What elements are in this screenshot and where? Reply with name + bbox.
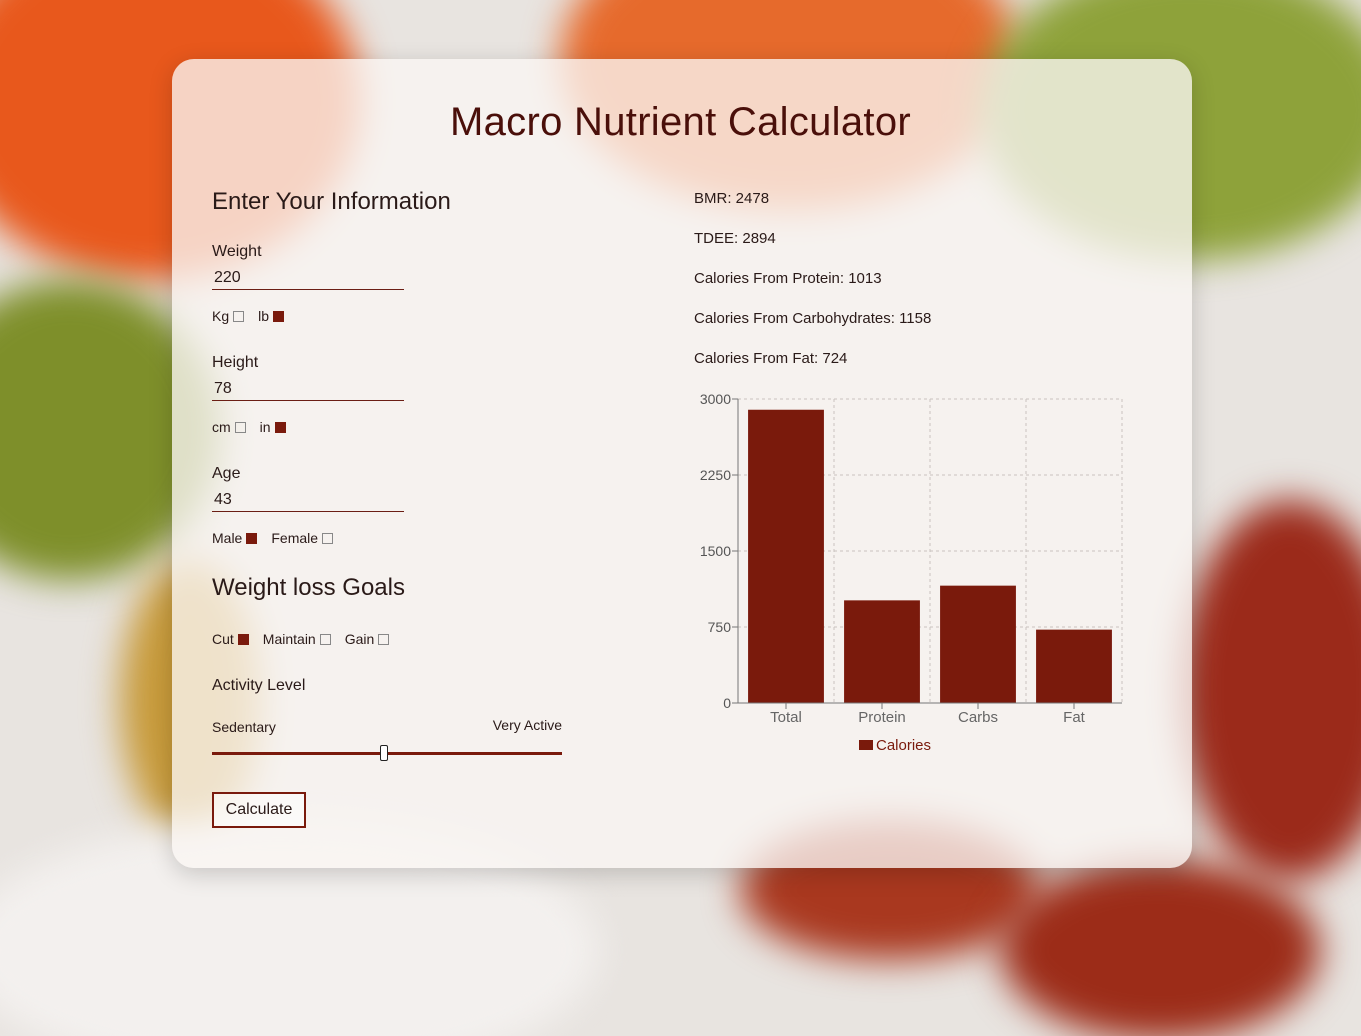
activity-level-title: Activity Level	[212, 677, 306, 694]
unit-kg-label: Kg	[212, 308, 230, 324]
age-label: Age	[212, 465, 241, 482]
result-fat-value: 724	[822, 350, 848, 367]
x-tick-label-fat: Fat	[1063, 709, 1086, 726]
y-tick-label: 0	[723, 695, 731, 711]
result-carbs-value: 1158	[899, 310, 932, 327]
sex-female-label: Female	[271, 530, 319, 546]
goal-cut-option[interactable]: Cut	[212, 631, 249, 647]
unit-in-option[interactable]: in	[260, 419, 286, 435]
goal-options: Cut Maintain Gain	[212, 631, 403, 647]
result-fat: Calories From Fat: 724	[694, 350, 847, 367]
result-tdee: TDEE: 2894	[694, 230, 776, 247]
unit-lb-label: lb	[258, 308, 270, 324]
y-tick-label: 3000	[700, 391, 731, 407]
sex-male-option[interactable]: Male	[212, 530, 258, 546]
y-tick-label: 750	[708, 619, 732, 635]
sex-female-option[interactable]: Female	[271, 530, 334, 546]
unit-cm-option[interactable]: cm	[212, 419, 246, 435]
sex-male-checkbox[interactable]	[246, 532, 258, 544]
bar-fat	[1036, 629, 1112, 703]
unit-cm-checkbox[interactable]	[234, 421, 246, 433]
activity-min-label: Sedentary	[212, 719, 276, 735]
calories-bar-chart: 0 750 1500 2250 3000 Total Protein Carbs Fat Calo…	[700, 391, 1123, 754]
goal-cut-label: Cut	[212, 631, 234, 647]
sex-options: Male Female	[212, 530, 347, 546]
y-tick-label: 1500	[700, 543, 731, 559]
result-protein-value: 1013	[848, 270, 882, 287]
result-bmr-value: 2478	[735, 190, 770, 207]
unit-in-checkbox[interactable]	[274, 421, 286, 433]
x-tick-label-total: Total	[770, 709, 802, 726]
legend-swatch	[859, 740, 873, 750]
result-carbs: Calories From Carbohydrates: 1158	[694, 310, 931, 327]
bar-carbs	[940, 585, 1016, 703]
goal-gain-label: Gain	[344, 631, 375, 647]
sex-female-checkbox[interactable]	[322, 532, 334, 544]
unit-lb-option[interactable]: lb	[258, 308, 285, 324]
weight-label: Weight	[212, 243, 262, 260]
goal-maintain-option[interactable]: Maintain	[263, 631, 331, 647]
legend-label: Calories	[876, 737, 931, 754]
result-bmr-key: BMR:	[694, 190, 732, 207]
goal-cut-checkbox[interactable]	[237, 633, 249, 645]
unit-lb-checkbox[interactable]	[273, 310, 285, 322]
age-input[interactable]: 43	[212, 488, 404, 512]
weight-input[interactable]: 220	[212, 266, 404, 290]
x-tick-label-protein: Protein	[858, 709, 906, 726]
goal-maintain-checkbox[interactable]	[319, 633, 331, 645]
result-protein: Calories From Protein: 1013	[694, 270, 882, 287]
unit-cm-label: cm	[212, 419, 231, 435]
unit-kg-checkbox[interactable]	[233, 310, 245, 322]
result-tdee-value: 2894	[742, 230, 776, 247]
goal-maintain-label: Maintain	[262, 631, 316, 647]
bar-protein	[844, 600, 920, 703]
height-input[interactable]: 78	[212, 377, 404, 401]
y-tick-label: 2250	[700, 467, 731, 483]
info-section-title: Enter Your Information	[212, 188, 451, 215]
goals-section-title: Weight loss Goals	[212, 574, 405, 601]
result-carbs-key: Calories From Carbohydrates:	[694, 310, 895, 327]
calculate-button[interactable]: Calculate	[212, 792, 306, 828]
result-bmr: BMR: 2478	[694, 190, 769, 207]
activity-slider[interactable]: Sedentary Very Active	[212, 716, 562, 766]
x-tick-label-carbs: Carbs	[958, 709, 998, 726]
activity-max-label: Very Active	[492, 717, 562, 733]
result-tdee-key: TDEE:	[694, 230, 739, 247]
sex-male-label: Male	[212, 530, 243, 546]
result-fat-key: Calories From Fat:	[694, 350, 819, 367]
activity-slider-thumb[interactable]	[379, 745, 388, 761]
bar-total	[748, 409, 824, 703]
unit-in-label: in	[259, 419, 271, 435]
weight-unit-options: Kg lb	[212, 308, 298, 324]
height-label: Height	[212, 354, 259, 371]
result-protein-key: Calories From Protein:	[694, 270, 845, 287]
height-unit-options: cm in	[212, 419, 300, 435]
goal-gain-checkbox[interactable]	[378, 633, 390, 645]
unit-kg-option[interactable]: Kg	[212, 308, 245, 324]
page-title: Macro Nutrient Calculator	[450, 100, 911, 144]
goal-gain-option[interactable]: Gain	[345, 631, 390, 647]
